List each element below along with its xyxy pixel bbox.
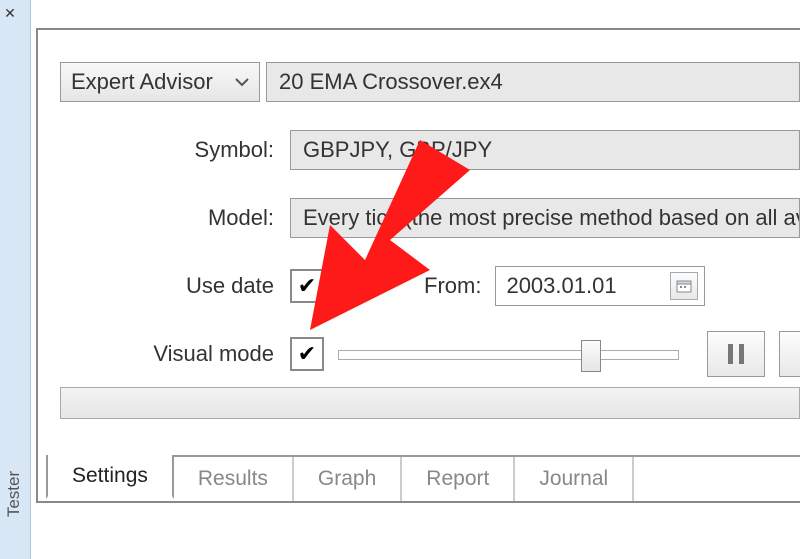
- pause-button[interactable]: [707, 331, 765, 377]
- close-icon[interactable]: ✕: [3, 6, 17, 20]
- tester-form: Expert Advisor 20 EMA Crossover.ex4 Symb…: [60, 62, 800, 402]
- expert-type-label: Expert Advisor: [71, 69, 213, 95]
- skip-button[interactable]: [779, 331, 800, 377]
- side-tab-label: Tester: [4, 471, 24, 517]
- expert-file-select[interactable]: 20 EMA Crossover.ex4: [266, 62, 800, 102]
- visual-mode-label: Visual mode: [60, 341, 290, 367]
- row-expert: Expert Advisor 20 EMA Crossover.ex4: [60, 62, 800, 102]
- expert-type-select[interactable]: Expert Advisor: [60, 62, 260, 102]
- tab-journal[interactable]: Journal: [515, 457, 634, 501]
- tab-label: Graph: [318, 467, 376, 491]
- tester-panel-viewport: ✕ Tester Expert Advisor 20 EMA Crossover…: [0, 0, 800, 559]
- visual-mode-checkbox[interactable]: ✔: [290, 337, 324, 371]
- tester-tabs: Settings Results Graph Report Journal: [46, 455, 800, 501]
- side-tab-tester[interactable]: Tester: [0, 459, 28, 529]
- model-value: Every tick (the most precise method base…: [303, 205, 800, 231]
- symbol-select[interactable]: GBPJPY, GBP/JPY: [290, 130, 800, 170]
- tab-label: Results: [198, 467, 268, 491]
- progress-bar: [60, 387, 800, 419]
- use-date-checkbox[interactable]: ✔: [290, 269, 324, 303]
- tab-label: Report: [426, 467, 489, 491]
- chevron-down-icon: [235, 77, 249, 87]
- tester-panel: Expert Advisor 20 EMA Crossover.ex4 Symb…: [36, 28, 800, 503]
- pause-icon: [739, 344, 744, 364]
- side-strip: ✕ Tester: [0, 0, 31, 559]
- tab-graph[interactable]: Graph: [294, 457, 402, 501]
- row-visual-mode: Visual mode ✔: [60, 334, 800, 374]
- tab-label: Journal: [539, 467, 608, 491]
- slider-track: [338, 350, 679, 360]
- calendar-icon[interactable]: [670, 272, 698, 300]
- symbol-label: Symbol:: [60, 137, 290, 163]
- use-date-label: Use date: [60, 273, 290, 299]
- tab-label: Settings: [72, 464, 148, 488]
- model-label: Model:: [60, 205, 290, 231]
- speed-slider[interactable]: [338, 340, 679, 368]
- row-symbol: Symbol: GBPJPY, GBP/JPY: [60, 130, 800, 170]
- symbol-value: GBPJPY, GBP/JPY: [303, 137, 492, 163]
- expert-file-value: 20 EMA Crossover.ex4: [279, 69, 503, 95]
- slider-thumb[interactable]: [581, 340, 601, 372]
- from-label: From:: [424, 273, 481, 299]
- from-date-input[interactable]: 2003.01.01: [495, 266, 705, 306]
- tab-report[interactable]: Report: [402, 457, 515, 501]
- tab-results[interactable]: Results: [174, 457, 294, 501]
- tab-settings[interactable]: Settings: [46, 455, 174, 499]
- row-model: Model: Every tick (the most precise meth…: [60, 198, 800, 238]
- row-use-date: Use date ✔ From: 2003.01.01: [60, 266, 800, 306]
- model-select[interactable]: Every tick (the most precise method base…: [290, 198, 800, 238]
- from-date-value: 2003.01.01: [506, 273, 616, 299]
- pause-icon: [728, 344, 733, 364]
